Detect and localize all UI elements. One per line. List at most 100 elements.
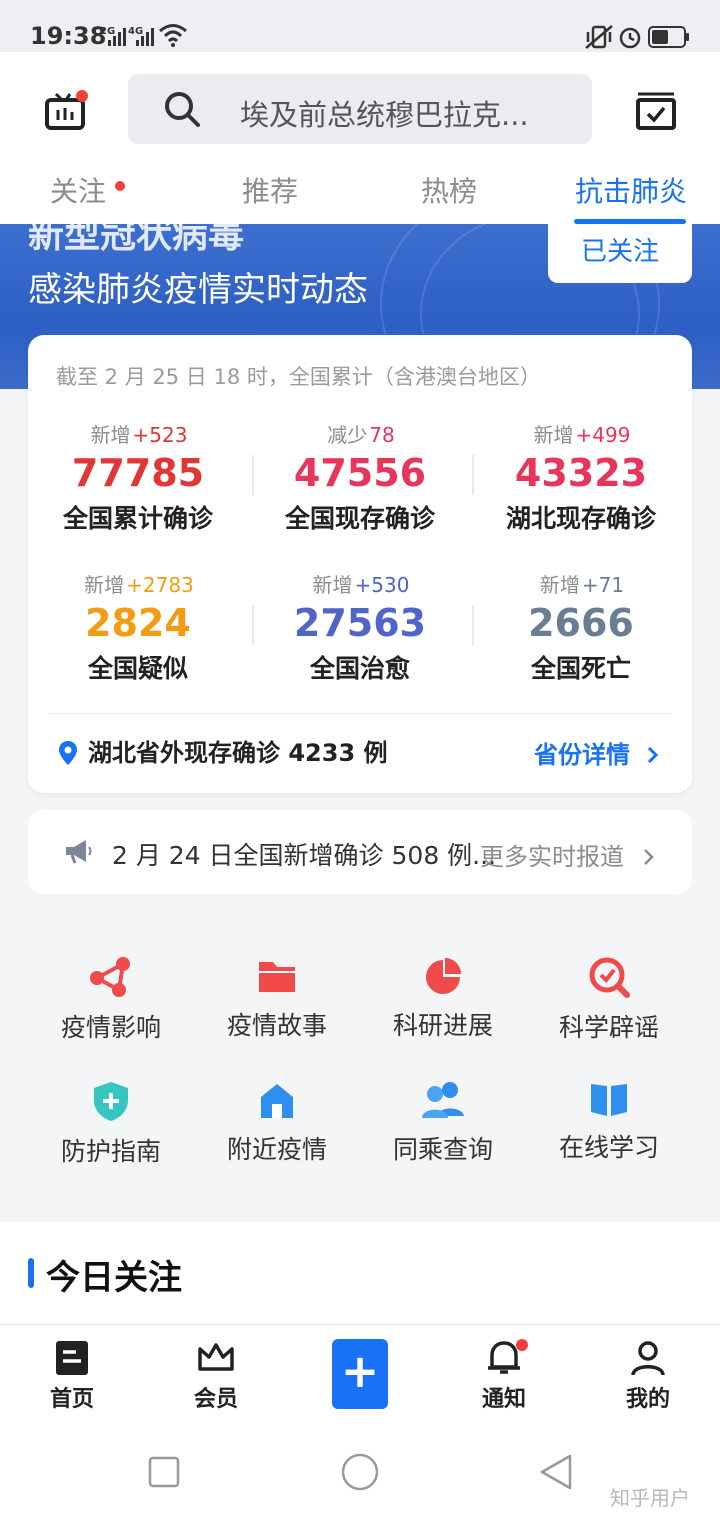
home-doc-icon	[56, 1341, 88, 1375]
province-detail-label: 省份详情	[534, 741, 630, 769]
stat-delta-label: 新增	[90, 423, 131, 447]
nav-label: 我的	[625, 1387, 670, 1412]
tab-fight-pneumonia[interactable]: 抗击肺炎	[575, 170, 687, 210]
stat-value: 77785	[71, 451, 205, 495]
feature-research-progress[interactable]: 科研进展	[360, 956, 526, 1042]
stat-delta-label: 新增	[539, 573, 580, 597]
stat-delta-value: +71	[581, 573, 625, 597]
stat-label: 全国累计确诊	[62, 504, 213, 533]
stat-total-confirmed[interactable]: 新增 +523 77785 全国累计确诊	[28, 419, 248, 535]
vibrate-icon	[585, 25, 613, 49]
feature-label: 同乘查询	[392, 1135, 493, 1164]
nav-label: 会员	[193, 1387, 238, 1412]
stat-delta-label: 减少	[327, 423, 368, 447]
live-tv-icon[interactable]	[44, 88, 88, 132]
feature-label: 疫情影响	[60, 1013, 161, 1042]
nav-label: 首页	[49, 1387, 94, 1412]
feature-label: 附近疫情	[226, 1135, 327, 1164]
stat-label: 全国疑似	[87, 654, 188, 683]
user-icon	[631, 1341, 665, 1376]
wifi-icon	[159, 24, 187, 47]
stat-delta-value: +530	[354, 573, 410, 597]
feature-epidemic-stories[interactable]: 疫情故事	[194, 956, 360, 1042]
feature-online-learning[interactable]: 在线学习	[526, 1080, 692, 1164]
tab-recommend[interactable]: 推荐	[242, 170, 298, 210]
watermark: 知乎用户	[610, 1486, 690, 1510]
banner-title: 新型冠状病毒	[28, 224, 245, 256]
notification-badge	[516, 1339, 528, 1351]
feature-label: 防护指南	[60, 1137, 161, 1166]
nav-notifications[interactable]: 通知	[449, 1339, 559, 1413]
feature-label: 科学辟谣	[558, 1013, 659, 1042]
alarm-icon	[619, 27, 641, 49]
home-circle-icon[interactable]	[340, 1452, 380, 1492]
stat-value: 27563	[293, 601, 427, 645]
stat-label: 全国死亡	[530, 654, 631, 683]
chevron-right-icon	[648, 746, 659, 764]
nav-me[interactable]: 我的	[593, 1339, 703, 1413]
battery-icon	[648, 26, 689, 48]
today-section: 今日关注	[0, 1222, 720, 1332]
search-icon	[165, 92, 200, 127]
chevron-right-icon	[643, 849, 654, 865]
stat-deaths[interactable]: 新增 +71 2666 全国死亡	[471, 569, 691, 685]
status-time: 19:38	[30, 22, 107, 50]
signal-icon	[136, 28, 154, 46]
stat-delta-value: +2783	[126, 573, 194, 597]
stat-cured[interactable]: 新增 +530 27563 全国治愈	[250, 569, 470, 685]
feature-label: 科研进展	[392, 1011, 493, 1040]
section-title: 今日关注	[46, 1258, 182, 1298]
calendar-check-icon[interactable]	[634, 88, 678, 132]
megaphone-icon	[66, 840, 92, 864]
bottom-navigation: 首页 会员 + 通知 我的	[0, 1324, 720, 1424]
nav-label: 通知	[481, 1387, 526, 1412]
banner-subtitle: 感染肺炎疫情实时动态	[28, 270, 368, 310]
nav-membership[interactable]: 会员	[161, 1339, 271, 1413]
search-input[interactable]: 埃及前总统穆巴拉克...	[128, 74, 592, 144]
unread-dot	[115, 181, 125, 191]
stat-current-confirmed[interactable]: 减少 78 47556 全国现存确诊	[250, 419, 470, 535]
news-ticker[interactable]: 2 月 24 日全国新增确诊 508 例... 更多实时报道	[28, 810, 692, 894]
feature-protection-guide[interactable]: 防护指南	[28, 1080, 194, 1168]
section-marker	[28, 1258, 34, 1288]
stat-label: 湖北现存确诊	[505, 504, 656, 533]
recent-apps-icon[interactable]	[148, 1456, 180, 1488]
impact-icon	[90, 957, 130, 997]
back-icon[interactable]	[538, 1452, 574, 1492]
stat-value: 43323	[514, 451, 648, 495]
divider	[48, 713, 672, 714]
feature-nearby-epidemic[interactable]: 附近疫情	[194, 1080, 360, 1166]
stat-value: 47556	[293, 451, 427, 495]
stat-delta-label: 新增	[84, 573, 125, 597]
create-post-button[interactable]: +	[332, 1339, 388, 1409]
stat-label: 全国治愈	[309, 654, 410, 683]
folder-icon	[259, 962, 295, 992]
stat-hubei-current[interactable]: 新增 +499 43323 湖北现存确诊	[471, 419, 691, 535]
stat-delta-value: +523	[132, 423, 188, 447]
stat-delta-value: 78	[369, 423, 395, 447]
more-reports-link[interactable]: 更多实时报道	[480, 837, 656, 872]
feature-co-passenger-query[interactable]: 同乘查询	[360, 1080, 526, 1166]
nav-home[interactable]: 首页	[17, 1339, 127, 1413]
followed-button[interactable]: 已关注	[548, 224, 692, 283]
book-icon	[591, 1084, 627, 1116]
feature-epidemic-impact[interactable]: 疫情影响	[28, 956, 194, 1044]
outside-hubei-count: 湖北省外现存确诊 4233 例	[88, 739, 388, 767]
tab-follow[interactable]: 关注	[50, 170, 106, 210]
crown-icon	[198, 1343, 234, 1371]
signal-icon	[108, 28, 126, 46]
province-detail-link[interactable]: 省份详情	[534, 735, 660, 770]
tab-hot[interactable]: 热榜	[421, 170, 477, 210]
stat-suspected[interactable]: 新增 +2783 2824 全国疑似	[28, 569, 248, 685]
stat-label: 全国现存确诊	[284, 504, 435, 533]
more-reports-label: 更多实时报道	[480, 843, 624, 871]
plus-icon: +	[340, 1344, 380, 1398]
home-icon	[261, 1084, 293, 1118]
stat-value: 2824	[85, 601, 191, 645]
stat-delta-label: 新增	[312, 573, 353, 597]
magnifier-icon	[589, 957, 630, 998]
location-pin-icon	[59, 741, 77, 765]
stat-delta-value: +499	[575, 423, 631, 447]
feature-debunk-rumors[interactable]: 科学辟谣	[526, 956, 692, 1044]
people-icon	[422, 1082, 464, 1118]
